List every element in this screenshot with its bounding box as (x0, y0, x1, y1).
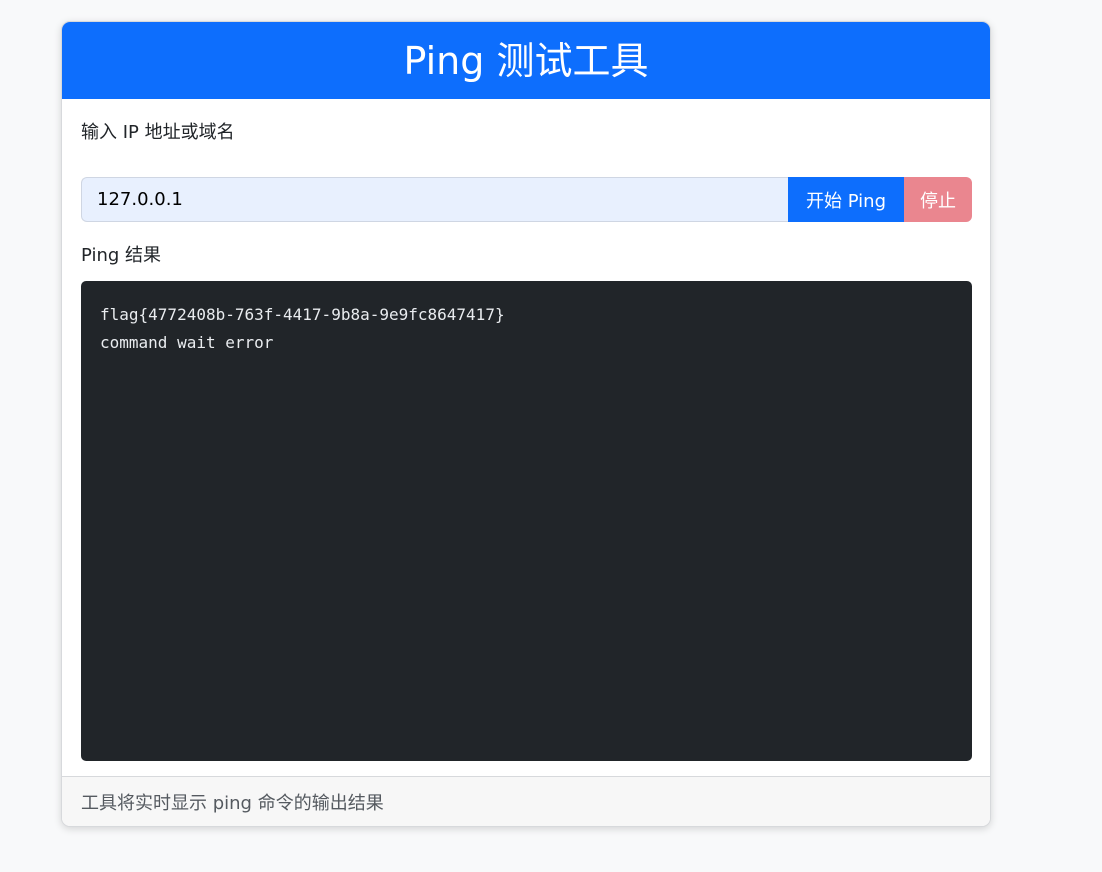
card-body: 输入 IP 地址或域名 开始 Ping 停止 Ping 结果 flag{4772… (62, 99, 990, 777)
ping-tool-card: Ping 测试工具 输入 IP 地址或域名 开始 Ping 停止 Ping 结果… (61, 21, 991, 827)
ping-output-terminal[interactable]: flag{4772408b-763f-4417-9b8a-9e9fc864741… (81, 281, 972, 761)
page-title: Ping 测试工具 (403, 38, 649, 83)
start-ping-button[interactable]: 开始 Ping (788, 177, 904, 222)
footer-note: 工具将实时显示 ping 命令的输出结果 (81, 792, 384, 814)
card-footer: 工具将实时显示 ping 命令的输出结果 (62, 776, 990, 826)
ip-label: 输入 IP 地址或域名 (81, 122, 235, 143)
output-line: command wait error (100, 333, 274, 352)
ip-input[interactable] (81, 177, 788, 222)
stop-button[interactable]: 停止 (904, 177, 972, 222)
result-label: Ping 结果 (81, 245, 162, 266)
output-line: flag{4772408b-763f-4417-9b8a-9e9fc864741… (100, 305, 505, 324)
card-header: Ping 测试工具 (62, 22, 990, 99)
ping-input-group: 开始 Ping 停止 (81, 177, 972, 222)
